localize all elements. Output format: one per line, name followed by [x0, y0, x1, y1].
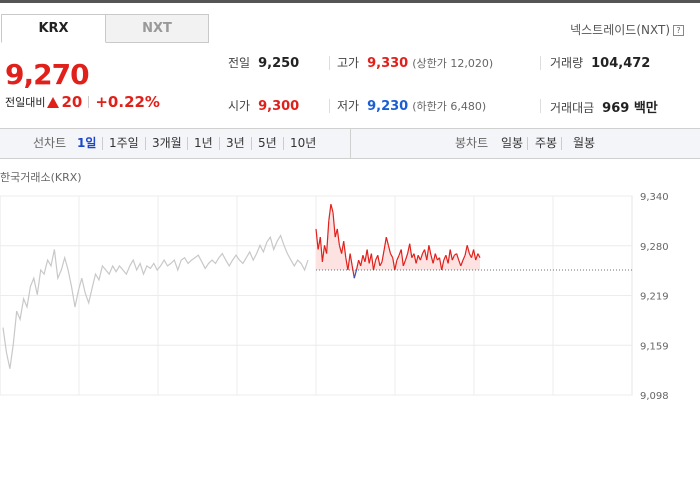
change-amount: 20	[61, 93, 83, 111]
divider	[102, 137, 103, 150]
price-chart: 9,340 9,280 9,219 9,159 9,098	[0, 192, 669, 400]
period-3m[interactable]: 3개월	[152, 129, 182, 158]
period-monthly[interactable]: 월봉	[573, 129, 595, 158]
divider	[251, 137, 252, 150]
stat-low: 저가 9,230 (하한가 6,480)	[337, 97, 486, 114]
period-weekly[interactable]: 주봉	[535, 129, 557, 158]
nxt-info-label: 넥스트레이드(NXT)	[570, 23, 670, 37]
stat-value: 9,300	[258, 99, 300, 114]
y-tick-label: 9,159	[640, 341, 669, 352]
exchange-tabs: KRX NXT	[1, 14, 209, 43]
divider	[540, 56, 541, 70]
previous-day-series	[2, 234, 309, 369]
divider	[219, 137, 220, 150]
stat-label: 시가	[228, 99, 251, 113]
top-border	[0, 0, 700, 3]
price-change: 전일대비 20 +0.22%	[5, 93, 160, 111]
tab-nxt[interactable]: NXT	[106, 14, 209, 43]
stat-open: 시가 9,300	[228, 97, 299, 114]
current-price: 9,270	[5, 58, 90, 91]
stat-value: 104,472	[591, 56, 651, 71]
change-percent: +0.22%	[95, 93, 160, 111]
stat-value: 9,230	[367, 99, 409, 114]
tab-krx[interactable]: KRX	[1, 14, 106, 43]
divider	[561, 137, 562, 150]
chart-control-bar: 선차트 1일 1주일 3개월 1년 3년 5년 10년 봉차트 일봉 주봉 월봉	[0, 128, 700, 159]
stat-sub: (상한가 12,020)	[412, 57, 494, 70]
stat-prev-close: 전일 9,250	[228, 54, 299, 71]
period-1d[interactable]: 1일	[77, 129, 96, 158]
stat-volume: 거래량 104,472	[550, 54, 650, 71]
today-area	[316, 204, 480, 279]
stat-high: 고가 9,330 (상한가 12,020)	[337, 54, 493, 71]
up-arrow-icon	[47, 96, 60, 108]
divider	[527, 137, 528, 150]
stat-label: 거래대금	[550, 101, 595, 115]
candle-chart-label: 봉차트	[455, 136, 489, 150]
change-label: 전일대비	[5, 96, 46, 109]
divider	[540, 99, 541, 113]
exchange-label: 한국거래소(KRX)	[0, 171, 82, 184]
help-icon[interactable]: ?	[673, 25, 684, 36]
stat-label: 고가	[337, 56, 360, 70]
period-3y[interactable]: 3년	[226, 129, 245, 158]
stat-label: 저가	[337, 99, 360, 113]
stat-value: 969 백만	[602, 101, 658, 116]
period-5y[interactable]: 5년	[258, 129, 277, 158]
line-chart-label: 선차트	[33, 136, 67, 150]
divider	[329, 56, 330, 70]
period-daily[interactable]: 일봉	[501, 129, 523, 158]
divider	[187, 137, 188, 150]
stat-amount: 거래대금 969 백만	[550, 97, 658, 116]
stat-label: 거래량	[550, 56, 584, 70]
stat-label: 전일	[228, 56, 251, 70]
divider	[329, 99, 330, 113]
period-1w[interactable]: 1주일	[109, 129, 139, 158]
stat-value: 9,330	[367, 56, 409, 71]
change-divider	[88, 96, 90, 108]
divider	[283, 137, 284, 150]
stat-value: 9,250	[258, 56, 300, 71]
y-tick-label: 9,098	[640, 391, 669, 400]
control-divider	[350, 129, 351, 158]
period-10y[interactable]: 10년	[290, 129, 316, 158]
y-tick-label: 9,219	[640, 292, 669, 303]
y-tick-label: 9,280	[640, 242, 669, 253]
divider	[145, 137, 146, 150]
y-tick-label: 9,340	[640, 192, 669, 203]
period-1y[interactable]: 1년	[194, 129, 213, 158]
nxt-info-link[interactable]: 넥스트레이드(NXT)?	[570, 21, 684, 38]
stat-sub: (하한가 6,480)	[412, 100, 487, 113]
